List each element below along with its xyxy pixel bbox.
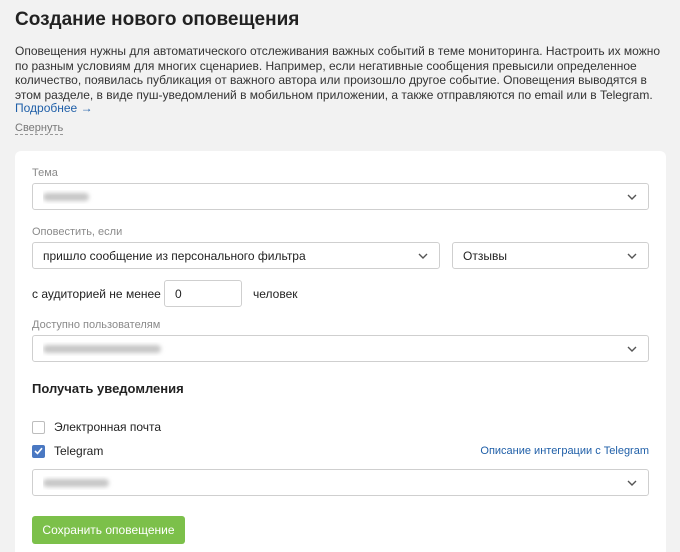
- save-alert-button[interactable]: Сохранить оповещение: [32, 516, 185, 544]
- topic-redacted: [43, 193, 89, 202]
- available-to-label: Доступно пользователям: [32, 319, 161, 331]
- topic-select[interactable]: [32, 183, 649, 210]
- more-link[interactable]: Подробнее →: [15, 101, 93, 115]
- notify-if-label: Оповестить, если: [32, 226, 123, 238]
- telegram-checkbox-row[interactable]: Telegram: [32, 444, 103, 458]
- chevron-down-icon: [624, 189, 640, 205]
- chevron-down-icon: [624, 341, 640, 357]
- page-title: Создание нового оповещения: [15, 9, 300, 30]
- topic-value: [43, 190, 624, 204]
- collapse-link[interactable]: Свернуть: [15, 122, 64, 135]
- checkmark-icon: [34, 447, 43, 455]
- telegram-label: Telegram: [54, 444, 104, 458]
- filter-value: Отзывы: [463, 248, 507, 263]
- users-redacted: [43, 345, 161, 354]
- notifications-title: Получать уведомления: [32, 381, 184, 396]
- chevron-down-icon: [415, 248, 431, 264]
- email-checkbox-row[interactable]: Электронная почта: [32, 420, 161, 434]
- telegram-chat-redacted: [43, 479, 109, 488]
- telegram-checkbox[interactable]: [32, 444, 45, 458]
- email-checkbox[interactable]: [32, 420, 45, 434]
- filter-select[interactable]: Отзывы: [452, 242, 649, 269]
- intro-text: Оповещения нужны для автоматического отс…: [15, 44, 661, 102]
- audience-input[interactable]: [164, 280, 242, 307]
- users-select[interactable]: [32, 335, 649, 362]
- telegram-chat-value: [43, 476, 624, 490]
- audience-suffix: человек: [253, 287, 298, 301]
- telegram-integration-link[interactable]: Описание интеграции с Telegram: [480, 445, 649, 457]
- condition-select[interactable]: пришло сообщение из персонального фильтр…: [32, 242, 440, 269]
- alert-form-card: Тема Оповестить, если пришло сообщение и…: [15, 151, 666, 552]
- chevron-down-icon: [624, 248, 640, 264]
- users-value: [43, 342, 624, 356]
- chevron-down-icon: [624, 475, 640, 491]
- telegram-chat-select[interactable]: [32, 469, 649, 496]
- email-label: Электронная почта: [54, 420, 162, 434]
- topic-label: Тема: [32, 167, 58, 179]
- condition-value: пришло сообщение из персонального фильтр…: [43, 248, 306, 263]
- audience-prefix: с аудиторией не менее: [32, 287, 161, 301]
